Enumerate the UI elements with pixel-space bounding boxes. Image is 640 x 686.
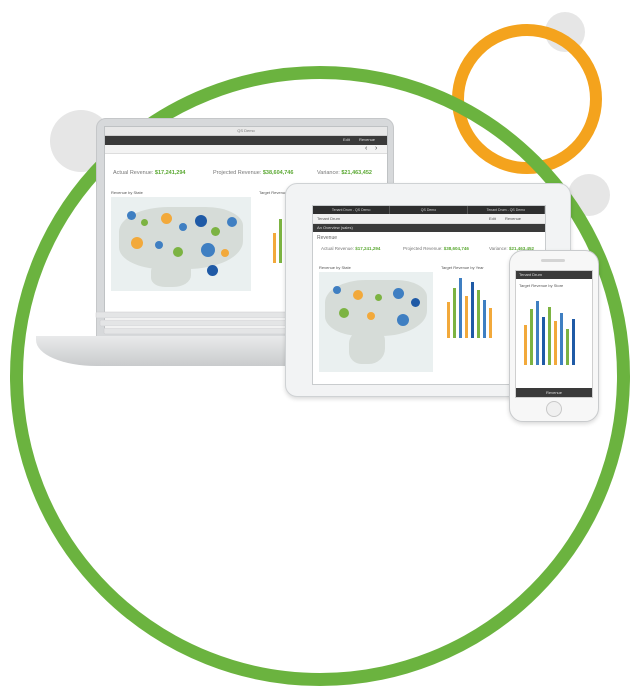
sheet-subbar: ‹ › [105, 145, 387, 154]
map-bubble[interactable] [333, 286, 341, 294]
chart-bar[interactable] [566, 329, 569, 365]
chart-bar[interactable] [471, 282, 474, 338]
chart-bar[interactable] [524, 325, 527, 365]
tablet-chart-title: Target Revenue by Year [441, 265, 484, 270]
window-title: QS Demo [105, 127, 387, 136]
toolbar-tab-edit[interactable]: Edit [343, 137, 350, 142]
chart-bar[interactable] [453, 288, 456, 338]
phone-speaker [541, 259, 565, 262]
map-bubble[interactable] [131, 237, 143, 249]
kpi-actual: Actual Revenue: $17,241,294 [113, 170, 186, 176]
map-bubble[interactable] [127, 211, 136, 220]
map-bubble[interactable] [195, 215, 207, 227]
map-bubble[interactable] [367, 312, 375, 320]
keyboard-icon [95, 311, 297, 335]
tablet-toolbar: Tenant Drum Edit Revenue [313, 214, 545, 224]
map-bubble[interactable] [179, 223, 187, 231]
tablet-tab-edit[interactable]: Edit [489, 216, 496, 221]
phone-screen: Tenant Drum Target Revenue by Store Reve… [515, 270, 593, 398]
map-bubble[interactable] [353, 290, 363, 300]
tablet-tabstrip: Tenant Drum - QS Demo QS Demo Tenant Dru… [313, 206, 545, 214]
phone-header: Tenant Drum [516, 271, 592, 279]
chart-bar[interactable] [489, 308, 492, 338]
tablet-tab-revenue[interactable]: Revenue [505, 216, 521, 221]
chart-bar[interactable] [548, 307, 551, 365]
tablet-breadcrumb: An Overview (sales) [313, 224, 545, 232]
tablet-kpi-projected: Projected Revenue: $38,604,746 [403, 246, 469, 251]
map-bubble[interactable] [411, 298, 420, 307]
toolbar-tab-revenue[interactable]: Revenue [359, 137, 375, 142]
map-bubble[interactable] [221, 249, 229, 257]
app-toolbar: Edit Revenue [105, 136, 387, 145]
map-bubble[interactable] [207, 265, 218, 276]
tablet-section-title: Revenue [317, 235, 338, 241]
chart-bar[interactable] [536, 301, 539, 365]
tablet-kpi-actual: Actual Revenue: $17,241,294 [321, 246, 381, 251]
chart-bar[interactable] [477, 290, 480, 338]
tablet-us-map[interactable] [319, 272, 433, 372]
nav-next-icon[interactable]: › [375, 145, 377, 153]
map-title: Revenue by State [111, 190, 143, 195]
chart-bar[interactable] [542, 317, 545, 365]
chart-bar[interactable] [279, 219, 282, 263]
chart-bar[interactable] [459, 278, 462, 338]
map-bubble[interactable] [375, 294, 382, 301]
phone-footer[interactable]: Revenue [516, 388, 592, 397]
chart-bar[interactable] [554, 321, 557, 365]
map-bubble[interactable] [393, 288, 404, 299]
kpi-projected: Projected Revenue: $38,604,746 [213, 170, 294, 176]
chart-bar[interactable] [572, 319, 575, 365]
phone-bar-chart[interactable] [522, 295, 586, 365]
chart-bar[interactable] [465, 296, 468, 338]
tablet-tab[interactable]: QS Demo [390, 206, 468, 214]
map-bubble[interactable] [141, 219, 148, 226]
tablet-app-name: Tenant Drum [317, 216, 340, 221]
map-bubble[interactable] [339, 308, 349, 318]
chart-bar[interactable] [447, 302, 450, 338]
map-bubble[interactable] [397, 314, 409, 326]
chart-bar[interactable] [530, 309, 533, 365]
map-bubble[interactable] [161, 213, 172, 224]
tablet-tab[interactable]: Tenant Drum - QS Demo [468, 206, 545, 214]
tablet-map-title: Revenue by State [319, 265, 351, 270]
phone-home-button[interactable] [546, 401, 562, 417]
tablet-tab[interactable]: Tenant Drum - QS Demo [313, 206, 391, 214]
map-bubble[interactable] [155, 241, 163, 249]
map-bubble[interactable] [211, 227, 220, 236]
chart-bar[interactable] [273, 233, 276, 263]
us-map[interactable] [111, 197, 251, 291]
nav-prev-icon[interactable]: ‹ [365, 145, 367, 153]
map-bubble[interactable] [201, 243, 215, 257]
phone-chart-title: Target Revenue by Store [519, 283, 564, 288]
map-bubble[interactable] [227, 217, 237, 227]
chart-bar[interactable] [560, 313, 563, 365]
kpi-variance: Variance: $21,463,452 [317, 170, 372, 176]
map-bubble[interactable] [173, 247, 183, 257]
tablet-bar-chart[interactable] [443, 274, 513, 338]
chart-bar[interactable] [483, 300, 486, 338]
